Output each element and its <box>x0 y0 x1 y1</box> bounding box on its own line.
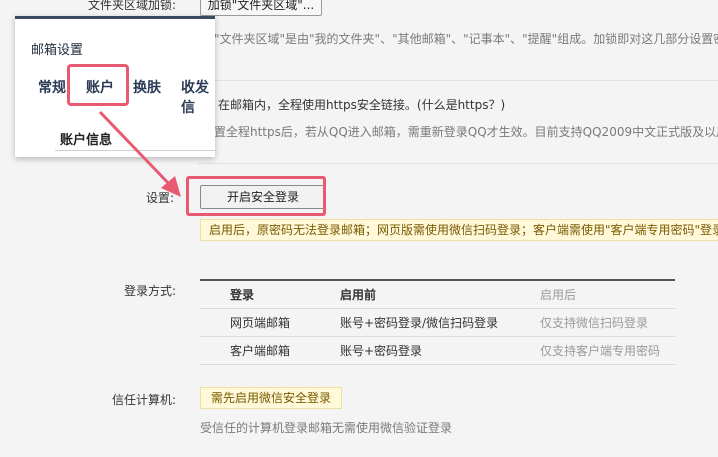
trusted-computer-label: 信任计算机: <box>112 393 177 407</box>
tab-send-receive[interactable]: 收发信 <box>181 77 215 117</box>
secure-login-label: 设置: <box>146 191 175 205</box>
enable-wechat-secure-login-button[interactable]: 需先启用微信安全登录 <box>200 387 342 409</box>
tab-skin[interactable]: 换肤 <box>133 77 161 97</box>
https-option-text[interactable]: 在邮箱内，全程使用https安全链接。(什么是https？) <box>218 96 505 113</box>
divider <box>198 163 718 164</box>
highlight-box-secure-login <box>186 176 326 216</box>
login-method-label: 登录方式: <box>124 284 177 298</box>
row-web-before: 账号+密码登录/微信扫码登录 <box>340 308 540 337</box>
header-login: 登录 <box>200 280 340 309</box>
folder-lock-description: "文件夹区域"是由"我的文件夹"、"其他邮箱"、"记事本"、"提醒"组成。加锁即… <box>214 32 718 46</box>
secure-login-notice: 启用后，原密码无法登录邮箱；网页版需使用微信扫码登录；客户端需使用"客户端专用密… <box>200 219 718 241</box>
row-client-before: 账号+密码登录 <box>340 336 540 365</box>
tab-general[interactable]: 常规 <box>38 77 66 97</box>
lock-folder-button[interactable]: 加锁"文件夹区域"... <box>200 0 322 16</box>
trusted-computer-description: 受信任的计算机登录邮箱无需使用微信验证登录 <box>200 421 453 435</box>
table-header-row: 登录 启用前 启用后 <box>200 280 675 309</box>
popup-title: 邮箱设置 <box>31 43 84 58</box>
divider <box>198 80 718 81</box>
header-after: 启用后 <box>540 280 675 309</box>
table-row: 网页端邮箱 账号+密码登录/微信扫码登录 仅支持微信扫码登录 <box>200 308 675 337</box>
header-before: 启用前 <box>340 280 540 309</box>
https-description: 置全程https后，若从QQ进入邮箱，需重新登录QQ才生效。目前支持QQ2009… <box>214 125 718 139</box>
row-client-login: 客户端邮箱 <box>200 336 340 365</box>
login-method-table: 登录 启用前 启用后 网页端邮箱 账号+密码登录/微信扫码登录 仅支持微信扫码登… <box>200 279 675 365</box>
row-web-after: 仅支持微信扫码登录 <box>540 308 675 337</box>
account-info-heading: 账户信息 <box>60 133 113 148</box>
folder-lock-label: 文件夹区域加锁: <box>88 0 177 12</box>
highlight-box-account-tab <box>67 64 129 106</box>
table-row: 客户端邮箱 账号+密码登录 仅支持客户端专用密码 <box>200 336 675 365</box>
divider <box>55 150 215 151</box>
row-client-after: 仅支持客户端专用密码 <box>540 336 675 365</box>
row-web-login: 网页端邮箱 <box>200 308 340 337</box>
